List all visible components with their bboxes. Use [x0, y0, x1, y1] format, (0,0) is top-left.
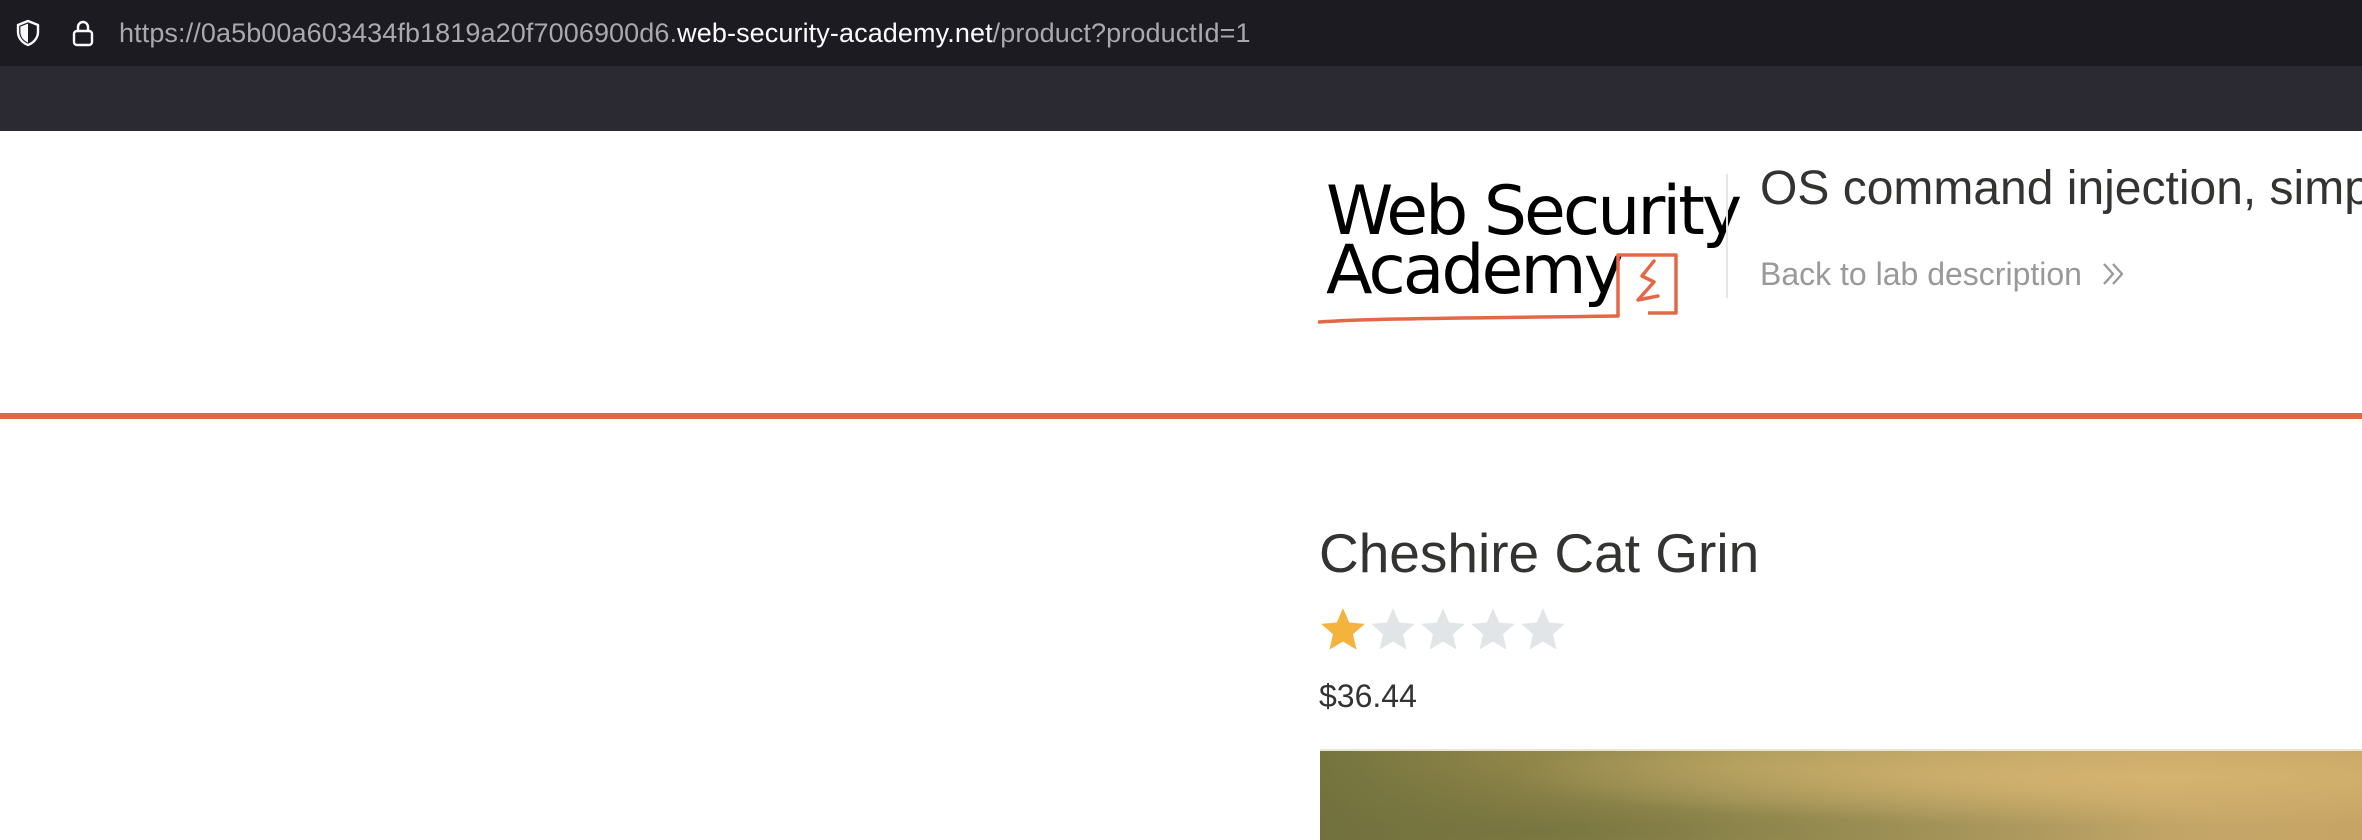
- browser-url-bar[interactable]: https://0a5b00a603434fb1819a20f7006900d6…: [0, 0, 2362, 66]
- star-rating: [1318, 605, 1568, 655]
- url-path: /product?productId=1: [992, 18, 1251, 48]
- double-chevron-right-icon: [2103, 263, 2124, 285]
- url-prefix: https://0a5b00a603434fb1819a20f7006900d6…: [119, 18, 678, 48]
- star-filled-icon: [1321, 608, 1365, 650]
- browser-toolbar: [0, 66, 2362, 131]
- lab-title: OS command injection, simp: [1760, 162, 2362, 215]
- logo-flame-icon: [1318, 253, 1678, 324]
- product-price: $36.44: [1319, 678, 1417, 714]
- lock-icon[interactable]: [67, 17, 99, 49]
- product-image: [1320, 749, 2362, 840]
- back-to-lab-description-link[interactable]: Back to lab description: [1760, 254, 2128, 294]
- shield-icon[interactable]: [12, 17, 44, 49]
- header-divider: [1726, 174, 1728, 298]
- product-title: Cheshire Cat Grin: [1319, 522, 1760, 584]
- star-empty-icon: [1521, 608, 1565, 650]
- star-empty-icon: [1371, 608, 1415, 650]
- star-empty-icon: [1471, 608, 1515, 650]
- header-rule: [0, 413, 2362, 419]
- url-host: web-security-academy.net: [677, 18, 993, 48]
- lab-header: Web Security Academy OS command injectio…: [0, 131, 2362, 415]
- back-link-label: Back to lab description: [1760, 255, 2082, 292]
- web-security-academy-logo[interactable]: Web Security Academy: [1318, 172, 1742, 332]
- star-empty-icon: [1421, 608, 1465, 650]
- url-text[interactable]: https://0a5b00a603434fb1819a20f7006900d6…: [119, 15, 1251, 51]
